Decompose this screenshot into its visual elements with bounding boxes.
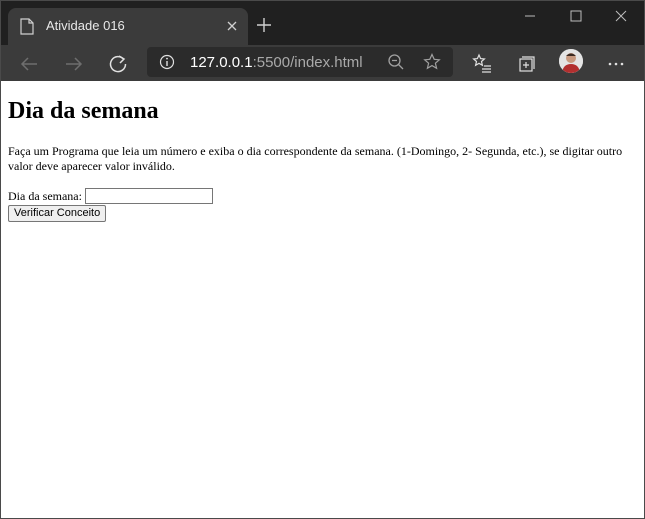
maximize-icon[interactable] — [553, 1, 599, 31]
page-description: Faça um Programa que leia um número e ex… — [8, 144, 623, 173]
forward-icon[interactable] — [60, 50, 88, 78]
close-tab-icon[interactable] — [224, 18, 240, 34]
page-content: Dia da semana Faça um Programa que leia … — [1, 81, 644, 518]
favorites-icon[interactable] — [468, 50, 496, 78]
collections-icon[interactable] — [512, 50, 540, 78]
favorite-star-icon[interactable] — [423, 53, 441, 71]
minimize-icon[interactable] — [507, 1, 553, 31]
toolbar: 127.0.0.1:5500/index.html — [1, 45, 644, 81]
url-host: 127.0.0.1 — [190, 54, 253, 71]
browser-window: Atividade 016 127.0.0.1:5500/index.html … — [0, 0, 645, 519]
profile-photo-icon — [559, 49, 583, 73]
verify-button[interactable]: Verificar Conceito — [8, 205, 107, 222]
day-label: Dia da semana: — [8, 188, 82, 203]
tab-title: Atividade 016 — [46, 18, 125, 33]
info-icon[interactable] — [159, 54, 175, 70]
more-options-icon[interactable] — [602, 50, 630, 78]
refresh-icon[interactable] — [104, 50, 132, 78]
tab-active[interactable]: Atividade 016 — [8, 8, 248, 45]
url-text[interactable]: 127.0.0.1:5500/index.html — [190, 54, 363, 71]
tab-strip: Atividade 016 — [1, 1, 644, 45]
page-icon — [20, 18, 34, 35]
new-tab-icon[interactable] — [255, 16, 273, 34]
zoom-out-icon[interactable] — [387, 53, 405, 71]
address-bar[interactable]: 127.0.0.1:5500/index.html — [147, 47, 453, 77]
close-window-icon[interactable] — [598, 1, 644, 31]
day-input[interactable] — [84, 188, 213, 204]
day-form-row: Dia da semana: — [8, 188, 213, 204]
page-title: Dia da semana — [8, 98, 159, 124]
back-icon[interactable] — [15, 50, 43, 78]
profile-avatar[interactable] — [559, 49, 583, 73]
url-path: :5500/index.html — [252, 54, 363, 71]
